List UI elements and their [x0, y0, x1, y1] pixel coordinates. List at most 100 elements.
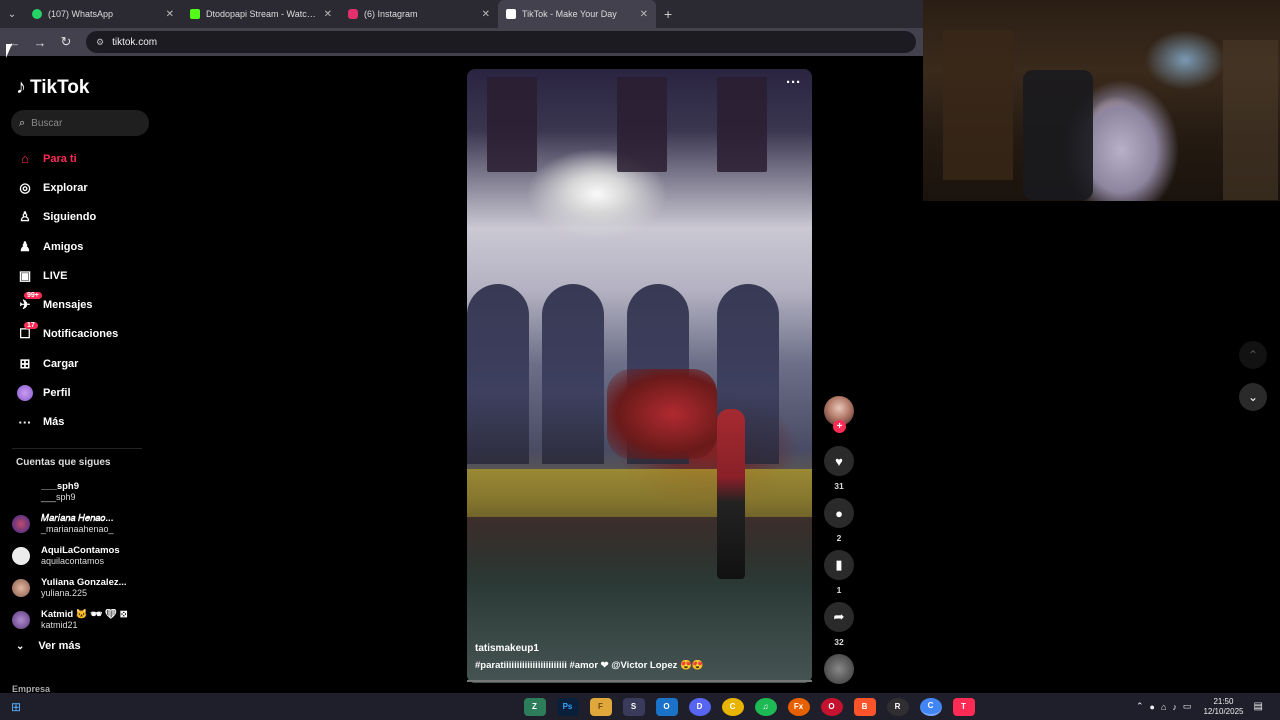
- video-scene-ground: [467, 469, 812, 517]
- tab-list-button[interactable]: ⌄: [0, 0, 24, 28]
- sidebar-item-siguiendo[interactable]: ♙ Siguiendo: [0, 203, 160, 232]
- follow-button[interactable]: +: [833, 420, 846, 433]
- site-info-icon[interactable]: ⚙: [96, 37, 104, 48]
- obs-icon[interactable]: R: [886, 697, 909, 716]
- see-more-button[interactable]: ⌄ Ver más: [16, 640, 81, 652]
- sidebar-item-label: Notificaciones: [43, 328, 119, 341]
- tab-kick-stream[interactable]: Dtodopapi Stream - Watch Live ✕: [182, 0, 340, 28]
- sidebar-item-para-ti[interactable]: ⌂ Para ti: [0, 144, 160, 173]
- home-icon: ⌂: [21, 151, 29, 167]
- account-username: katmid21: [41, 620, 78, 630]
- account-name: Katmid 🐱 🕶 ❤ ⊠: [41, 609, 128, 620]
- list-item[interactable]: AquiLaContamos aquilacontamos: [12, 540, 162, 572]
- sidebar-item-live[interactable]: ▣ LIVE: [0, 261, 160, 290]
- comment-count: 2: [836, 533, 842, 543]
- tiktok-app-icon[interactable]: T: [952, 697, 975, 716]
- sidebar-item-label: LIVE: [43, 269, 68, 282]
- tiktok-logo[interactable]: ♪ TikTok: [16, 76, 89, 99]
- microphone-icon[interactable]: ●: [1150, 702, 1155, 712]
- upload-icon: ⊞: [19, 355, 31, 371]
- search-input[interactable]: ⌕ Buscar: [11, 110, 149, 136]
- taskbar-app-icon[interactable]: Z: [523, 697, 546, 716]
- account-username: ___sph9: [41, 492, 76, 502]
- heart-icon: ♥: [835, 453, 843, 469]
- forward-button[interactable]: →: [28, 30, 52, 54]
- more-icon: ···: [18, 414, 32, 430]
- photoshop-icon[interactable]: Ps: [556, 697, 579, 716]
- brave-icon[interactable]: B: [853, 697, 876, 716]
- previous-video-button[interactable]: ⌃: [1239, 341, 1267, 369]
- discord-icon[interactable]: D: [688, 697, 711, 716]
- sidebar-item-mensajes[interactable]: ✈ 99+ Mensajes: [0, 290, 160, 319]
- sidebar-item-label: Siguiendo: [43, 211, 97, 224]
- reload-button[interactable]: ↻: [54, 30, 78, 54]
- webcam-background: [1023, 70, 1093, 200]
- clock[interactable]: 21:50 12/10/2025: [1203, 697, 1243, 717]
- friends-icon: ♟: [19, 238, 31, 254]
- video-scene-arch: [542, 284, 604, 464]
- chevron-up-icon: ⌃: [1247, 348, 1259, 362]
- start-button[interactable]: ⊞: [0, 693, 32, 720]
- mouse-cursor-icon: [6, 44, 12, 58]
- spotify-icon[interactable]: ♫: [754, 697, 777, 716]
- webcam-background: [943, 30, 1013, 180]
- list-item[interactable]: 𝑀𝑎𝑟𝑖𝑎𝑛𝑎 𝐻𝑒𝑛𝑎𝑜... _marianaahenao_: [12, 508, 162, 540]
- video-scene-person: [717, 409, 745, 579]
- chrome-active-icon[interactable]: C: [919, 697, 942, 716]
- search-placeholder: Buscar: [31, 117, 63, 129]
- tab-label: (107) WhatsApp: [48, 9, 114, 19]
- close-icon[interactable]: ✕: [482, 9, 490, 20]
- address-bar[interactable]: ⚙ tiktok.com: [86, 31, 916, 53]
- chevron-down-icon: ⌄: [16, 640, 25, 652]
- video-more-options-icon[interactable]: ···: [786, 74, 801, 91]
- tab-label: (6) Instagram: [364, 9, 418, 19]
- comment-button[interactable]: ●: [824, 498, 854, 528]
- video-progress-bar[interactable]: [467, 680, 812, 682]
- outlook-icon[interactable]: O: [655, 697, 678, 716]
- sidebar-item-mas[interactable]: ··· Más: [0, 408, 160, 437]
- sidebar-item-perfil[interactable]: Perfil: [0, 378, 160, 407]
- notifications-badge: 17: [24, 321, 38, 329]
- list-item[interactable]: Katmid 🐱 🕶 ❤ ⊠ katmid21: [12, 604, 162, 636]
- tab-whatsapp[interactable]: (107) WhatsApp ✕: [24, 0, 182, 28]
- close-icon[interactable]: ✕: [324, 9, 332, 20]
- tab-instagram[interactable]: (6) Instagram ✕: [340, 0, 498, 28]
- account-username: _marianaahenao_: [41, 524, 114, 534]
- share-button[interactable]: ➦: [824, 602, 854, 632]
- chrome-icon[interactable]: C: [721, 697, 744, 716]
- store-icon[interactable]: S: [622, 697, 645, 716]
- video-author[interactable]: tatismakeup1: [475, 643, 539, 654]
- sidebar-item-cargar[interactable]: ⊞ Cargar: [0, 349, 160, 378]
- sidebar-item-explorar[interactable]: ◎ Explorar: [0, 173, 160, 202]
- list-item[interactable]: Yuliana Gonzalez... yuliana.225: [12, 572, 162, 604]
- sidebar-item-amigos[interactable]: ♟ Amigos: [0, 232, 160, 261]
- tab-tiktok[interactable]: TikTok - Make Your Day ✕: [498, 0, 656, 28]
- video-player[interactable]: [467, 69, 812, 683]
- sidebar-item-notificaciones[interactable]: ☐ 17 Notificaciones: [0, 320, 160, 349]
- battery-icon[interactable]: ▭: [1183, 701, 1192, 712]
- sidebar-item-label: Para ti: [43, 152, 77, 165]
- sidebar-item-label: Explorar: [43, 181, 88, 194]
- live-icon: ▣: [18, 267, 32, 283]
- notification-center-icon[interactable]: ▤: [1253, 701, 1262, 712]
- close-icon[interactable]: ✕: [640, 9, 648, 20]
- firefox-icon[interactable]: Fx: [787, 697, 810, 716]
- compass-icon: ◎: [19, 179, 31, 195]
- new-tab-button[interactable]: +: [664, 6, 672, 22]
- clock-time: 21:50: [1213, 696, 1234, 706]
- close-icon[interactable]: ✕: [166, 9, 174, 20]
- music-disc-icon[interactable]: [824, 654, 854, 684]
- opera-icon[interactable]: O: [820, 697, 843, 716]
- like-button[interactable]: ♥: [824, 446, 854, 476]
- chevron-up-icon[interactable]: ⌃: [1136, 701, 1144, 712]
- volume-icon[interactable]: ♪: [1172, 702, 1177, 712]
- file-explorer-icon[interactable]: F: [589, 697, 612, 716]
- save-button[interactable]: ▮: [824, 550, 854, 580]
- bookmark-icon: ▮: [835, 557, 843, 572]
- list-item[interactable]: ___sph9 ___sph9: [12, 476, 162, 508]
- chevron-down-icon: ⌄: [1247, 390, 1259, 404]
- network-icon[interactable]: ⌂: [1161, 702, 1166, 712]
- taskbar-apps: Z Ps F S O D C ♫ Fx O B R C T: [518, 693, 980, 720]
- next-video-button[interactable]: ⌄: [1239, 383, 1267, 411]
- webcam-overlay: [923, 0, 1280, 201]
